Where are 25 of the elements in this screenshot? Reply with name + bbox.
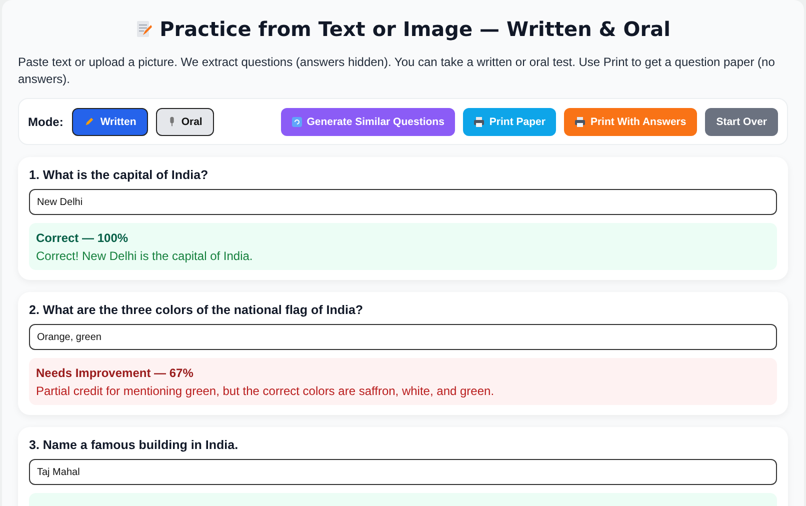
page-title: Practice from Text or Image — Written & Oral [160, 17, 670, 41]
printer-icon [575, 116, 586, 126]
mode-button[interactable]: Written [72, 108, 148, 136]
question-text: 1. What is the capital of India? [29, 168, 210, 182]
printer-icon [474, 116, 484, 126]
action-button[interactable]: Print With Answers [564, 108, 698, 136]
question-text: 2. What are the three colors of the national flag of India? [29, 303, 364, 317]
action-button[interactable]: Generate Similar Questions [280, 108, 456, 136]
refresh-icon [292, 116, 302, 126]
answer-field[interactable]: Taj Mahal [29, 459, 777, 485]
answer-field[interactable]: Orange, green [29, 324, 777, 350]
feedback-text: Partial credit for mentioning green, but the correct colors are saffron, white, and green. [36, 384, 496, 398]
pencil-icon [84, 116, 96, 127]
question-text: 3. Name a famous building in India. [29, 438, 240, 452]
action-button[interactable]: Print Paper [463, 108, 556, 136]
result-heading: Needs Improvement — 67% [36, 366, 194, 380]
microphone-icon [168, 116, 176, 127]
mode-button[interactable]: Oral [156, 108, 214, 136]
answer-field[interactable]: New Delhi [29, 189, 777, 215]
mode-label: Mode: [28, 114, 64, 128]
memo-icon [136, 20, 152, 38]
description-text: Paste text or upload a picture. We extract questions (answers hidden). You can take a written or oral test. Use Print to get a question paper (no answers). [18, 54, 776, 88]
feedback-text: Correct! New Delhi is the capital of India. [36, 249, 254, 263]
result-heading: Correct — 100% [36, 231, 130, 245]
action-button[interactable]: Start Over [705, 108, 778, 136]
